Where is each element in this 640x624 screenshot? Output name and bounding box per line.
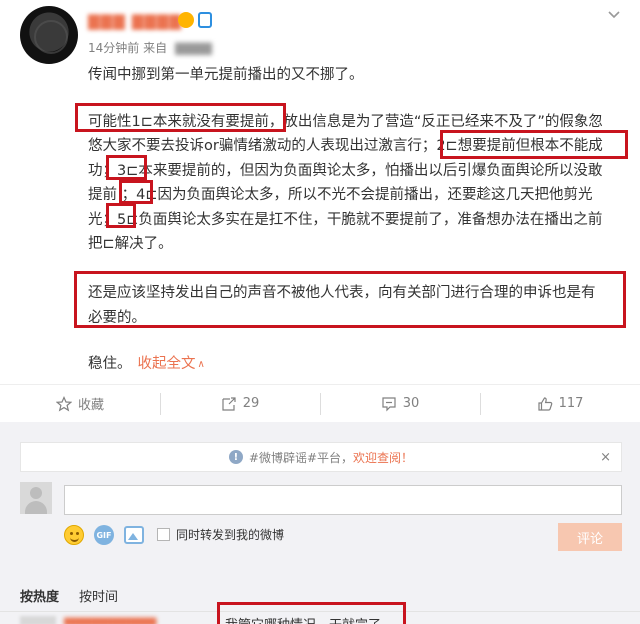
author-name[interactable]: ▇▇▇ ▇▇▇▇	[88, 12, 182, 30]
comment-input[interactable]	[64, 485, 622, 515]
repost-count: 29	[242, 396, 260, 411]
highlight-box-3	[106, 155, 147, 180]
highlight-box-1	[75, 103, 286, 132]
collapse-row: 稳住。 收起全文 ∧	[88, 352, 205, 373]
comment-count: 30	[402, 396, 420, 411]
post-meta: 14分钟前 来自 ▇▇▇▇	[88, 39, 212, 56]
repost-checkbox[interactable]	[157, 528, 170, 541]
author-avatar[interactable]	[20, 6, 78, 64]
post-line-4: 功；3⊏本来要提前的，但因为负面舆论太多，怕播出以后引爆负面舆论所以没敢	[88, 163, 603, 179]
vip-icon	[198, 12, 212, 28]
repost-checkbox-label[interactable]: 同时转发到我的微博	[176, 526, 284, 543]
thumbs-up-icon	[537, 396, 552, 411]
image-icon[interactable]	[124, 526, 144, 544]
gif-icon[interactable]: GIF	[94, 525, 114, 545]
close-icon[interactable]: ×	[600, 450, 611, 465]
post-line-7: 把⊏解决了。	[88, 236, 173, 252]
post-source[interactable]: ▇▇▇▇	[175, 41, 212, 55]
favorite-button[interactable]: 收藏	[0, 393, 160, 415]
current-user-avatar	[20, 482, 52, 514]
emoji-icon[interactable]	[64, 525, 84, 545]
post-source-prefix: 来自	[143, 41, 168, 55]
chevron-down-icon[interactable]	[606, 6, 622, 22]
info-icon: !	[228, 450, 243, 464]
post-line-1: 传闻中挪到第一单元提前播出的又不挪了。	[88, 67, 364, 83]
repost-button[interactable]: 29	[160, 392, 320, 415]
favorite-label: 收藏	[77, 398, 104, 413]
star-icon	[55, 395, 72, 411]
chevron-up-icon[interactable]: ∧	[198, 359, 205, 370]
sort-bar: 按热度 按时间	[20, 586, 138, 605]
badge-icon	[178, 12, 194, 28]
commenter-name[interactable]: ▇▇▇▇▇▇▇▇▇▇	[64, 616, 214, 624]
rumor-notice: ! #微博辟谣#平台， 欢迎查阅！ ×	[20, 442, 622, 472]
comment-toggle-button[interactable]: 30	[320, 392, 480, 415]
post-line-5: 提前 ；4⊏因为负面舆论太多，所以不光不会提前播出，还要趁这几天把他剪光	[88, 187, 593, 203]
share-icon	[222, 396, 236, 411]
post-line-6: 光；5⊏负面舆论太多实在是扛不住，干脆就不要提前了，准备想办法在播出之前	[88, 212, 603, 228]
comment-area: ! #微博辟谣#平台， 欢迎查阅！ × GIF 同时转发到我的微博 评论 按热度按…	[0, 422, 640, 624]
notice-text[interactable]: #微博辟谣#平台，	[249, 449, 353, 466]
action-bar: 收藏 29 30 117	[0, 384, 640, 422]
like-count: 117	[558, 396, 584, 411]
notice-link[interactable]: 欢迎查阅！	[353, 449, 413, 466]
commenter-avatar[interactable]	[20, 616, 56, 624]
highlight-box-2	[440, 130, 628, 159]
post-closing: 稳住。	[88, 356, 132, 372]
collapse-link[interactable]: 收起全文	[138, 356, 196, 372]
sort-by-hot[interactable]: 按热度	[20, 590, 59, 605]
highlight-box-5	[106, 203, 136, 228]
post-time[interactable]: 14分钟前	[88, 41, 139, 55]
highlight-box-7	[217, 602, 406, 624]
highlight-box-4	[119, 180, 153, 204]
highlight-box-6	[74, 271, 626, 328]
sort-by-time[interactable]: 按时间	[79, 590, 118, 605]
comment-icon	[382, 396, 396, 411]
submit-comment-button[interactable]: 评论	[558, 523, 622, 551]
like-button[interactable]: 117	[480, 392, 640, 415]
